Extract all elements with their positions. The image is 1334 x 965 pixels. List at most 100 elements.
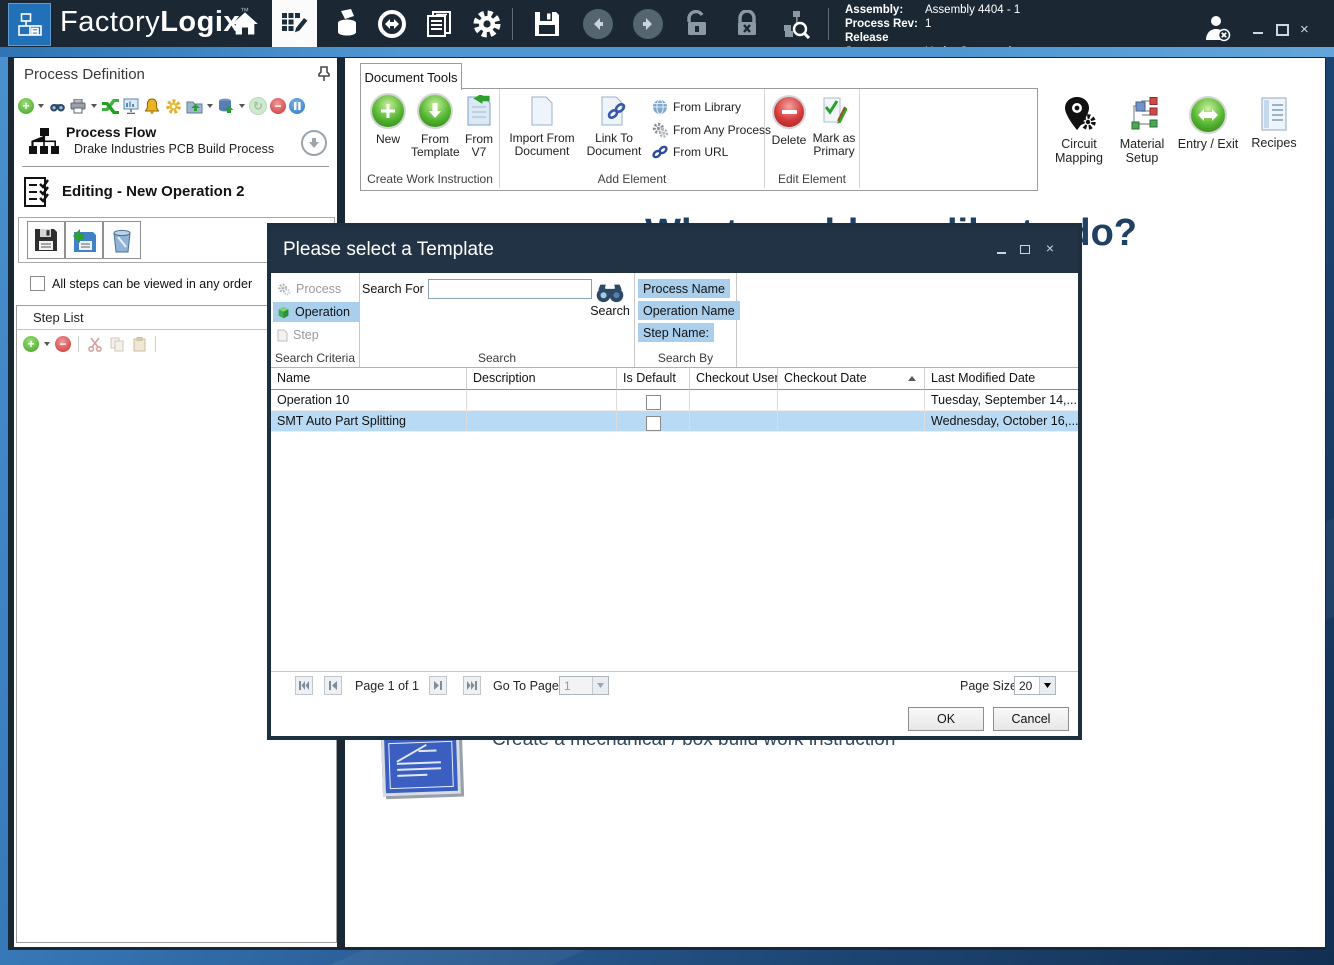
from-v7-button[interactable]: From V7 — [461, 95, 497, 159]
from-library-button[interactable]: From Library — [652, 99, 741, 115]
is-default-checkbox[interactable] — [646, 416, 661, 431]
add-dropdown-icon[interactable] — [44, 342, 50, 346]
pause-icon[interactable] — [289, 98, 305, 114]
copy-icon[interactable] — [108, 335, 126, 353]
import-from-document-button[interactable]: Import From Document — [506, 95, 578, 158]
save-button[interactable] — [27, 221, 65, 259]
bell-icon[interactable] — [143, 97, 161, 115]
refresh-icon[interactable]: ↻ — [249, 97, 267, 115]
recipes-button[interactable]: Recipes — [1243, 96, 1305, 150]
from-any-process-button[interactable]: From Any Process — [652, 122, 771, 138]
print-dropdown-icon[interactable] — [91, 104, 97, 108]
search-by-step-name[interactable]: Step Name: — [638, 323, 714, 342]
delete-db-dropdown-icon[interactable] — [239, 104, 245, 108]
material-setup-icon — [1124, 96, 1160, 134]
collapse-arrow-icon[interactable] — [301, 130, 327, 156]
minimize-icon[interactable] — [997, 245, 1006, 259]
divider — [155, 336, 156, 352]
cancel-button[interactable]: Cancel — [993, 707, 1069, 731]
from-url-button[interactable]: From URL — [652, 145, 728, 159]
sync-icon[interactable] — [375, 8, 409, 40]
prev-page-icon[interactable] — [324, 676, 342, 695]
column-header-checkout-date[interactable]: Checkout Date — [778, 368, 925, 390]
from-template-button[interactable]: From Template — [411, 95, 459, 159]
table-row[interactable]: Operation 10 Tuesday, September 14,... — [271, 390, 1078, 411]
column-header-checkout-user[interactable]: Checkout User — [690, 368, 778, 390]
delete-db-icon[interactable] — [217, 97, 235, 115]
goto-page-combo[interactable]: 1 — [559, 676, 609, 695]
user-signout-icon[interactable] — [1200, 12, 1234, 44]
step-doc-icon — [277, 329, 288, 342]
column-header-last-modified[interactable]: Last Modified Date — [925, 368, 1078, 390]
dialog-titlebar[interactable]: Please select a Template × — [271, 227, 1078, 273]
search-by-operation-name[interactable]: Operation Name — [638, 301, 740, 320]
documents-icon[interactable] — [422, 8, 456, 40]
search-button[interactable]: Search — [590, 278, 630, 330]
process-flow-row[interactable]: Process Flow Drake Industries PCB Build … — [22, 124, 329, 164]
last-page-icon[interactable] — [463, 676, 481, 695]
is-default-checkbox[interactable] — [646, 395, 661, 410]
circuit-mapping-button[interactable]: Circuit Mapping — [1048, 96, 1110, 165]
delete-button[interactable]: Delete — [767, 95, 811, 147]
search-input[interactable] — [428, 279, 592, 299]
lock-cancel-icon[interactable] — [730, 8, 764, 40]
maximize-icon[interactable] — [1276, 24, 1289, 36]
first-page-icon[interactable] — [295, 676, 313, 695]
criteria-operation[interactable]: Operation — [273, 302, 359, 322]
entry-exit-icon — [1191, 98, 1225, 132]
add-icon[interactable]: + — [23, 336, 39, 352]
order-checkbox[interactable] — [30, 276, 45, 291]
save-import-button[interactable] — [65, 221, 103, 259]
mark-as-primary-button[interactable]: Mark as Primary — [811, 95, 857, 158]
paste-icon[interactable] — [130, 335, 148, 353]
editing-row: Editing - New Operation 2 — [20, 176, 331, 210]
close-icon[interactable]: × — [1046, 240, 1054, 256]
search-by-process-name[interactable]: Process Name — [638, 279, 730, 298]
find-icon[interactable] — [48, 97, 66, 115]
settings-gear-icon[interactable] — [470, 8, 504, 40]
add-dropdown-icon[interactable] — [38, 104, 44, 108]
delete-label: Delete — [772, 133, 807, 147]
presentation-icon[interactable] — [122, 97, 140, 115]
mark-as-primary-label: Mark as Primary — [813, 131, 856, 158]
entry-exit-button[interactable]: Entry / Exit — [1177, 96, 1239, 151]
home-icon[interactable] — [228, 8, 262, 40]
cut-icon[interactable] — [86, 335, 104, 353]
new-button[interactable]: New — [367, 95, 409, 146]
remove-icon[interactable]: − — [270, 98, 286, 114]
link-to-document-button[interactable]: Link To Document — [582, 95, 646, 158]
print-icon[interactable] — [69, 97, 87, 115]
table-row-selected[interactable]: SMT Auto Part Splitting Wednesday, Octob… — [271, 411, 1078, 432]
cell-checkout-user — [690, 390, 778, 411]
export-icon[interactable] — [185, 97, 203, 115]
export-dropdown-icon[interactable] — [207, 104, 213, 108]
pin-icon[interactable] — [317, 66, 331, 82]
forward-icon[interactable] — [631, 8, 665, 40]
column-header-description[interactable]: Description — [467, 368, 617, 390]
gear-icon[interactable] — [164, 97, 182, 115]
unlock-icon[interactable] — [680, 8, 714, 40]
process-flow-title: Process Flow — [66, 124, 156, 140]
trash-button[interactable] — [103, 221, 141, 259]
save-icon[interactable] — [530, 8, 564, 40]
maximize-icon[interactable] — [1020, 243, 1030, 257]
feeder-setup-icon[interactable] — [330, 8, 364, 40]
close-icon[interactable]: × — [1300, 21, 1309, 38]
remove-icon[interactable]: − — [55, 336, 71, 352]
process-search-icon[interactable] — [779, 8, 813, 40]
next-page-icon[interactable] — [429, 676, 447, 695]
recipes-icon — [1260, 96, 1288, 132]
back-icon[interactable] — [581, 8, 615, 40]
blueprint-icon[interactable] — [381, 734, 461, 797]
cell-name: Operation 10 — [271, 390, 467, 411]
tab-document-tools[interactable]: Document Tools — [360, 63, 462, 90]
minimize-icon[interactable] — [1253, 26, 1263, 34]
page-size-combo[interactable]: 20 — [1014, 676, 1056, 695]
process-definition-icon[interactable] — [277, 8, 311, 40]
column-header-name[interactable]: Name — [271, 368, 467, 390]
ok-button[interactable]: OK — [908, 707, 984, 731]
column-header-is-default[interactable]: Is Default — [617, 368, 690, 390]
shuffle-icon[interactable] — [101, 97, 119, 115]
add-icon[interactable]: + — [18, 98, 34, 114]
material-setup-button[interactable]: Material Setup — [1111, 96, 1173, 165]
